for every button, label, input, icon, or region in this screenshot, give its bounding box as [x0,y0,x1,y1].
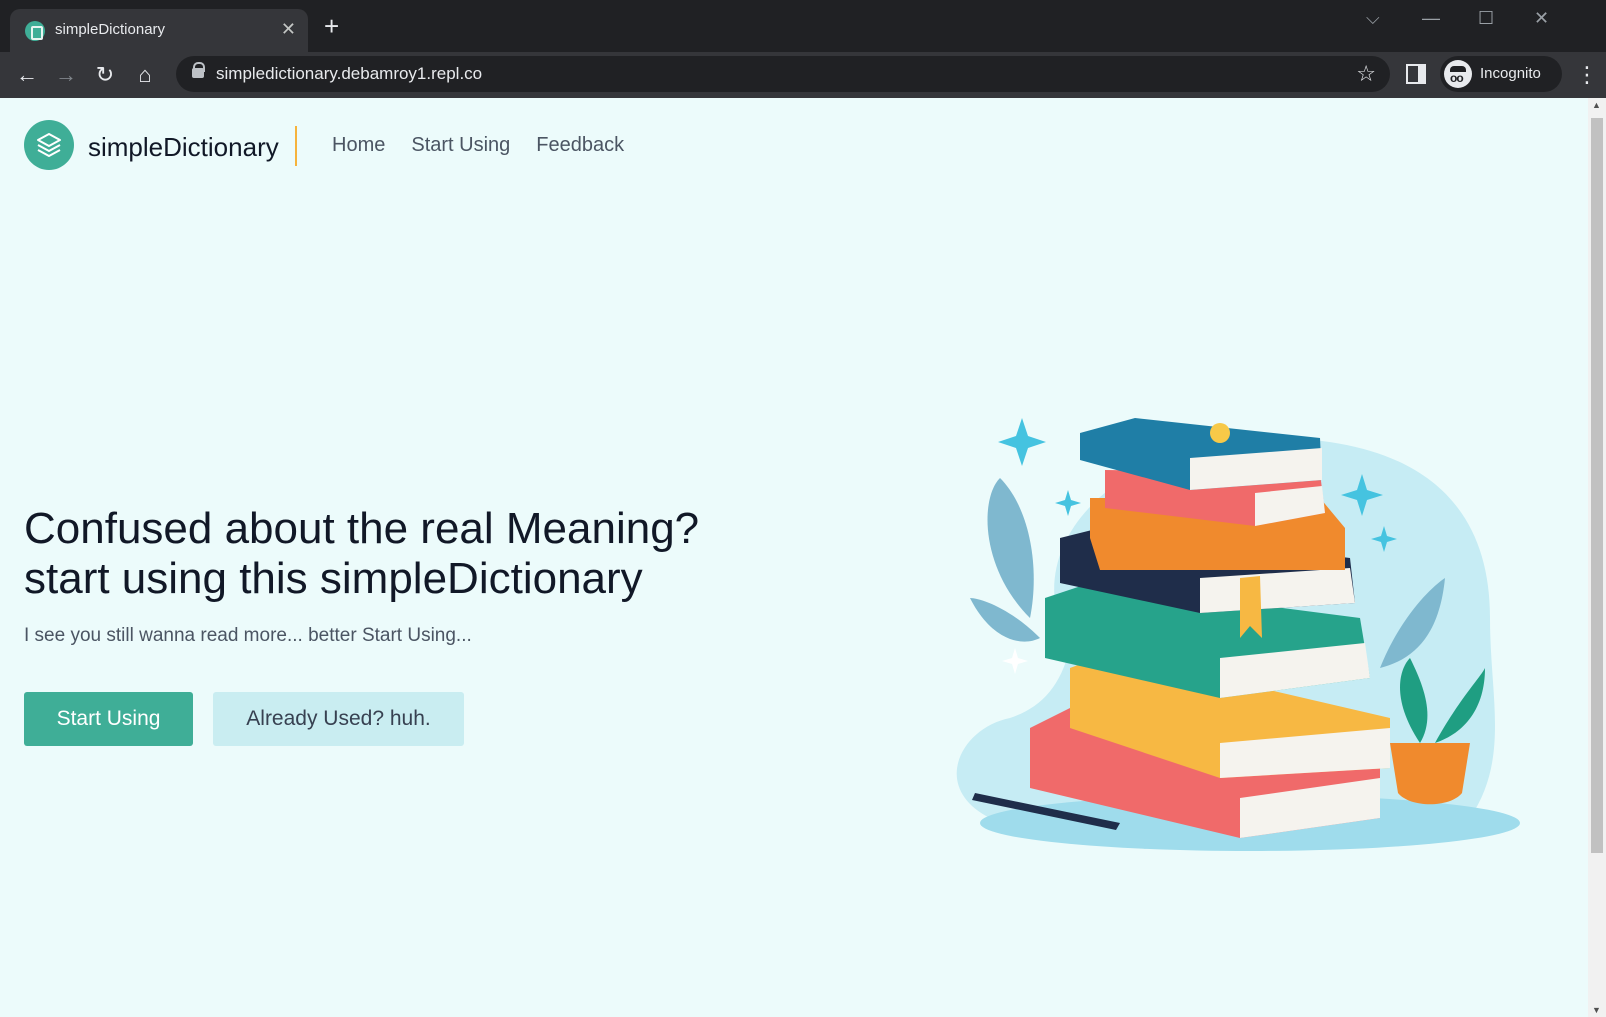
start-using-button[interactable]: Start Using [24,692,193,746]
page-viewport: simpleDictionary Home Start Using Feedba… [0,98,1588,1017]
page-scrollbar[interactable]: ▲ ▼ [1588,98,1606,1017]
url-text[interactable]: simpledictionary.debamroy1.repl.co [216,64,482,84]
close-window-icon[interactable]: ✕ [1534,8,1549,29]
browser-tab[interactable]: simpleDictionary ✕ [10,9,308,52]
browser-chrome: simpleDictionary ✕ + ⌵ — ☐ ✕ ← → ↻ ⌂ sim… [0,0,1606,98]
back-icon[interactable]: ← [12,60,42,90]
hero-title-line2: start using this simpleDictionary [24,554,643,603]
bookmark-star-icon[interactable]: ☆ [1356,61,1376,87]
side-panel-icon[interactable] [1406,64,1426,84]
books-illustration [956,418,1520,851]
hero-title: Confused about the real Meaning? start u… [24,504,784,604]
layers-icon [24,120,74,170]
already-used-button[interactable]: Already Used? huh. [213,692,464,746]
forward-icon[interactable]: → [51,60,81,90]
sun-emblem-icon [1210,423,1230,443]
favicon-icon [25,21,45,41]
nav-feedback[interactable]: Feedback [536,134,624,157]
scroll-up-icon[interactable]: ▲ [1592,100,1601,110]
sparkle-icon [1055,490,1081,516]
hero-subtitle: I see you still wanna read more... bette… [24,625,472,646]
tab-title: simpleDictionary [55,21,166,38]
incognito-profile-button[interactable]: Incognito [1440,56,1562,92]
hero-title-line1: Confused about the real Meaning? [24,504,700,553]
plant-pot-icon [1390,743,1470,805]
scroll-down-icon[interactable]: ▼ [1592,1005,1601,1015]
nav-start-using[interactable]: Start Using [411,134,510,157]
sparkle-icon [1002,648,1028,674]
tab-search-icon[interactable]: ⌵ [1366,8,1380,29]
incognito-label: Incognito [1480,65,1541,82]
reload-icon[interactable]: ↻ [90,60,120,90]
minimize-icon[interactable]: — [1422,8,1440,29]
tab-close-icon[interactable]: ✕ [281,18,296,40]
lock-icon[interactable] [192,62,205,80]
browser-menu-icon[interactable]: ⋮ [1576,60,1598,90]
tab-strip: simpleDictionary ✕ + ⌵ — ☐ ✕ [0,0,1606,52]
nav-home[interactable]: Home [332,134,385,157]
new-tab-button[interactable]: + [324,13,339,39]
sparkle-icon [998,418,1046,466]
maximize-icon[interactable]: ☐ [1478,8,1494,29]
leaf-icon [987,478,1034,618]
home-icon[interactable]: ⌂ [130,60,160,90]
brand-name: simpleDictionary [88,132,279,162]
brand-divider [295,126,297,166]
incognito-icon [1444,60,1472,88]
scroll-thumb[interactable] [1591,118,1603,853]
main-nav: Home Start Using Feedback [332,134,624,157]
browser-toolbar: ← → ↻ ⌂ simpledictionary.debamroy1.repl.… [0,52,1606,98]
address-bar[interactable]: simpledictionary.debamroy1.repl.co ☆ [176,56,1390,92]
